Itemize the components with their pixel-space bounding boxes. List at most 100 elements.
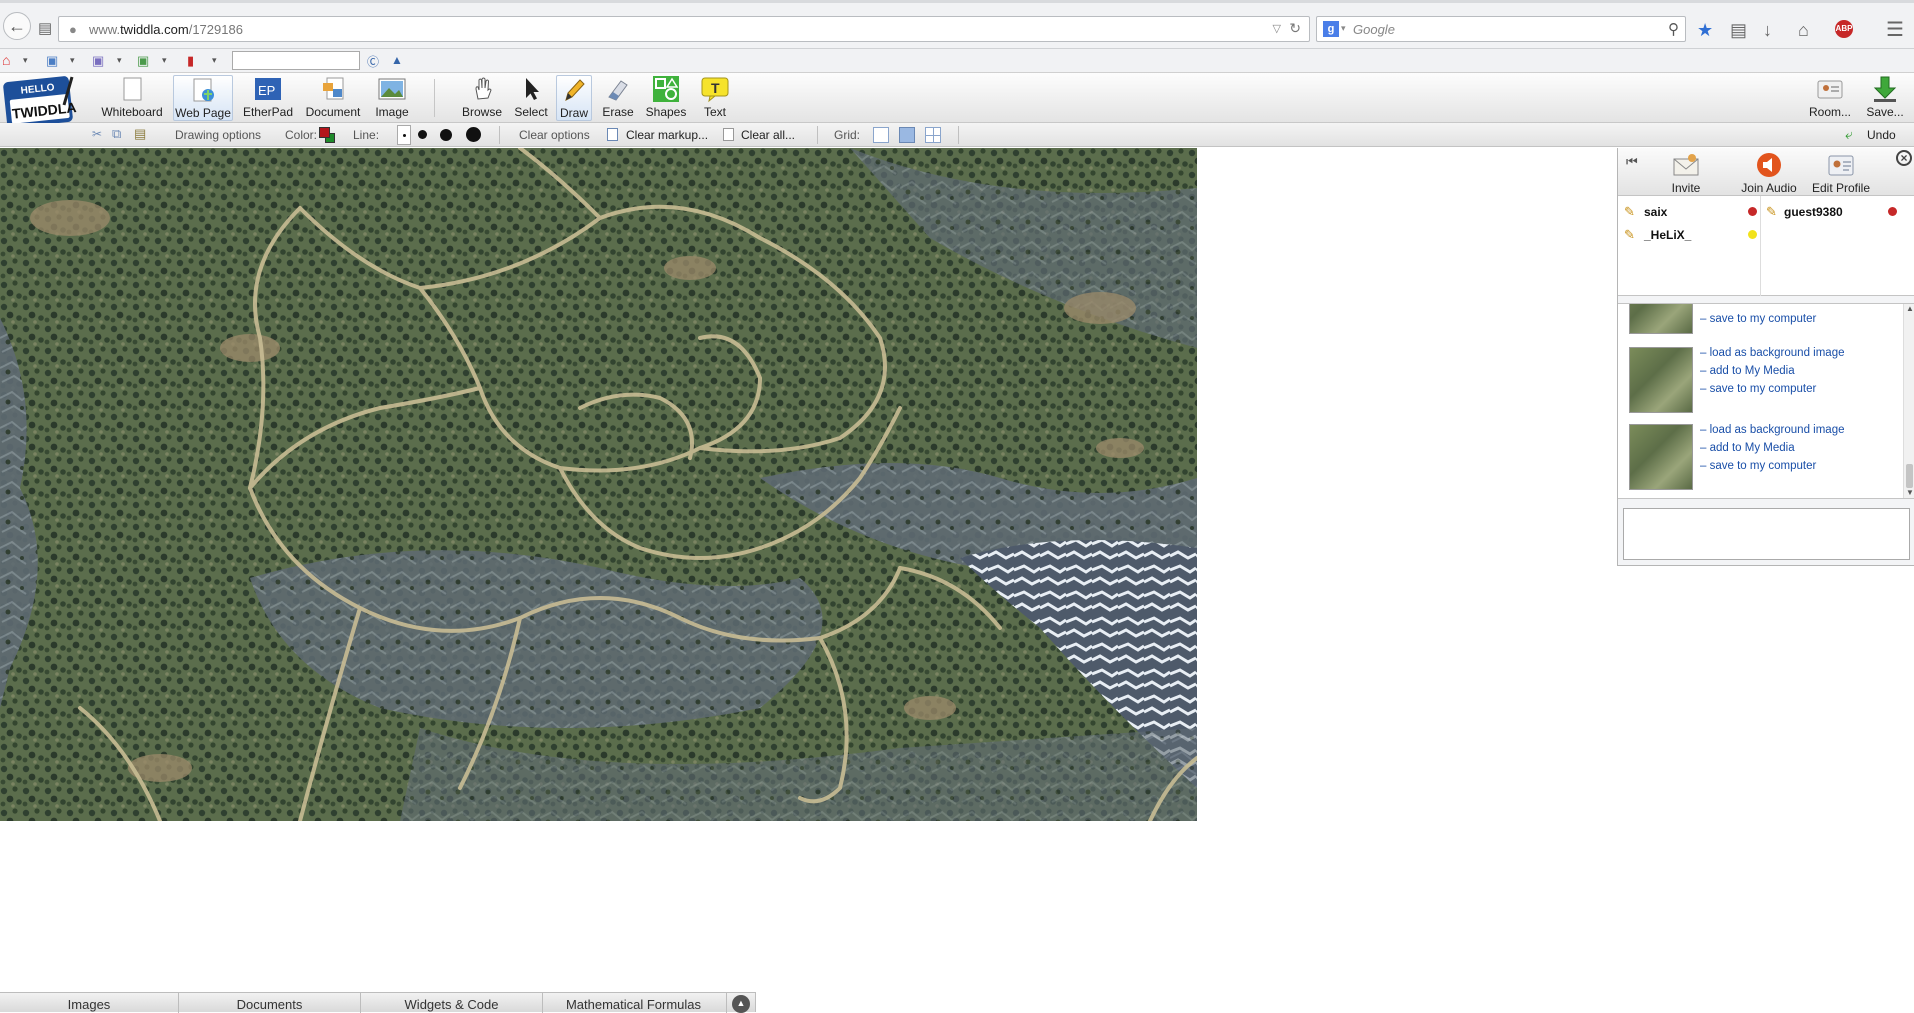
document-tool[interactable]: Document — [302, 75, 364, 121]
dropdown-icon[interactable]: ▾ — [23, 55, 28, 66]
history-icon[interactable]: ▤ — [38, 19, 52, 37]
line-width-2[interactable] — [418, 130, 427, 139]
save-button[interactable]: Save... — [1862, 75, 1908, 121]
google-icon[interactable]: g — [1323, 21, 1339, 37]
image-tool[interactable]: Image — [370, 75, 414, 121]
url-bar[interactable]: ● www.twiddla.com/1729186 ▽ ↻ — [58, 16, 1310, 42]
clear-all-button[interactable]: Clear all... — [719, 125, 809, 145]
grid-large-button[interactable] — [925, 127, 941, 143]
text-tool[interactable]: T Text — [696, 75, 734, 121]
media-thumbnail[interactable] — [1629, 424, 1693, 490]
edit-profile-button[interactable]: Edit Profile — [1808, 152, 1874, 195]
whiteboard-background-image[interactable] — [0, 148, 1197, 821]
line-width-4[interactable] — [466, 127, 481, 142]
grid-small-button[interactable] — [899, 127, 915, 143]
invite-label: Invite — [1671, 181, 1701, 195]
tab-documents[interactable]: Documents — [179, 997, 360, 1012]
erase-tool[interactable]: Erase — [598, 75, 638, 121]
tab-widgets-code[interactable]: Widgets & Code — [361, 997, 542, 1012]
search-engine-dropdown-icon[interactable]: ▾ — [1341, 23, 1346, 34]
options-divider — [958, 126, 959, 144]
save-to-computer-link[interactable]: – save to my computer — [1700, 383, 1816, 395]
scrollbar-thumb[interactable] — [1906, 464, 1913, 488]
svg-text:EP: EP — [258, 83, 275, 98]
tab-divider — [726, 993, 727, 1013]
close-panel-icon[interactable]: × — [1896, 150, 1912, 166]
pencil-icon — [565, 79, 585, 101]
download-icon[interactable]: ↓ — [1763, 20, 1772, 41]
dropdown-icon[interactable]: ▾ — [117, 55, 122, 66]
scissors-icon[interactable]: ✂ — [92, 127, 102, 141]
user-name[interactable]: guest9380 — [1784, 205, 1843, 219]
user-name[interactable]: saix — [1644, 205, 1667, 219]
collaboration-side-panel: ⏮ Invite Join Audio Edit Profile × ✎ sai… — [1617, 148, 1914, 566]
clear-markup-button[interactable]: Clear markup... — [603, 125, 713, 145]
media-thumbnail[interactable] — [1629, 347, 1693, 413]
whiteboard-tool[interactable]: Whiteboard — [100, 75, 164, 121]
profile-card-icon — [1828, 155, 1854, 176]
room-button[interactable]: Room... — [1806, 75, 1854, 121]
web-page-tool[interactable]: Web Page — [173, 75, 233, 121]
load-background-link[interactable]: – load as background image — [1700, 424, 1845, 436]
media-scrollbar[interactable]: ▲ ▼ — [1903, 304, 1914, 498]
color-picker[interactable] — [319, 127, 335, 143]
page-icon[interactable]: ▣ — [46, 53, 58, 69]
dropdown-icon[interactable]: ▽ — [1273, 22, 1281, 35]
save-to-computer-link[interactable]: – save to my computer — [1700, 460, 1816, 472]
chat-input[interactable] — [1623, 508, 1910, 560]
document-icon[interactable]: ▣ — [92, 53, 104, 69]
dropdown-icon[interactable]: ▾ — [212, 55, 217, 66]
collapse-panel-icon[interactable]: ⏮ — [1626, 154, 1638, 170]
search-text-icon[interactable]: Ⓒ — [367, 53, 379, 70]
undo-button[interactable]: ⤶ Undo — [1845, 126, 1911, 144]
line-label: Line: — [353, 128, 380, 142]
search-icon[interactable]: ⚲ — [1668, 20, 1679, 38]
primary-color-swatch[interactable] — [319, 127, 330, 138]
add-to-my-media-link[interactable]: – add to My Media — [1700, 442, 1795, 454]
browse-tool[interactable]: Browse — [460, 75, 504, 121]
select-tool[interactable]: Select — [510, 75, 552, 121]
draw-tool[interactable]: Draw — [556, 75, 592, 121]
bookmark-star-icon[interactable]: ★ — [1697, 20, 1713, 41]
line-width-3[interactable] — [440, 129, 452, 141]
adblock-icon[interactable]: ABP — [1835, 20, 1853, 38]
menu-icon[interactable]: ☰ — [1886, 17, 1904, 42]
document-icon — [323, 77, 344, 100]
shapes-tool[interactable]: Shapes — [644, 75, 688, 121]
dropdown-icon[interactable]: ▾ — [162, 55, 167, 66]
add-to-my-media-link[interactable]: – add to My Media — [1700, 365, 1795, 377]
user-name[interactable]: _HeLiX_ — [1644, 228, 1691, 242]
paste-icon[interactable]: ▤ — [134, 126, 146, 142]
expand-panel-icon[interactable]: ▲ — [732, 995, 750, 1013]
quick-search-input[interactable] — [232, 51, 360, 70]
clear-markup-label: Clear markup... — [626, 128, 709, 142]
tab-images[interactable]: Images — [0, 997, 178, 1012]
copy-icon[interactable]: ⧉ — [112, 126, 121, 142]
grid-label: Grid: — [834, 128, 861, 142]
home-icon[interactable]: ⌂ — [1798, 20, 1809, 41]
back-button[interactable]: ← — [3, 12, 31, 40]
save-to-computer-link[interactable]: – save to my computer — [1700, 313, 1816, 325]
clipboard-icon[interactable]: ▣ — [137, 53, 149, 69]
cursor-select-icon[interactable]: ▲ — [391, 53, 403, 67]
media-thumbnail[interactable] — [1629, 304, 1693, 334]
scroll-up-icon[interactable]: ▲ — [1906, 304, 1914, 313]
load-background-link[interactable]: – load as background image — [1700, 347, 1845, 359]
scroll-down-icon[interactable]: ▼ — [1906, 488, 1914, 497]
search-placeholder: Google — [1353, 22, 1395, 37]
join-audio-button[interactable]: Join Audio — [1738, 152, 1800, 195]
home-bookmark-icon[interactable]: ⌂ — [2, 52, 10, 68]
search-bar[interactable]: g ▾ Google ⚲ — [1316, 16, 1686, 42]
etherpad-tool[interactable]: EP EtherPad — [240, 75, 296, 121]
bookmark-icon[interactable]: ▮ — [187, 53, 194, 69]
tab-mathematical-formulas[interactable]: Mathematical Formulas — [543, 997, 724, 1012]
reload-icon[interactable]: ↻ — [1289, 20, 1301, 37]
shapes-icon — [653, 76, 679, 102]
line-width-1[interactable] — [397, 125, 411, 145]
reading-list-icon[interactable]: ▤ — [1730, 20, 1747, 41]
grid-none-button[interactable] — [873, 127, 889, 143]
tool-label: Web Page — [175, 106, 231, 120]
dropdown-icon[interactable]: ▾ — [70, 55, 75, 66]
invite-button[interactable]: Invite — [1664, 152, 1708, 195]
bottom-tab-bar: Images Documents Widgets & Code Mathemat… — [0, 992, 756, 1013]
